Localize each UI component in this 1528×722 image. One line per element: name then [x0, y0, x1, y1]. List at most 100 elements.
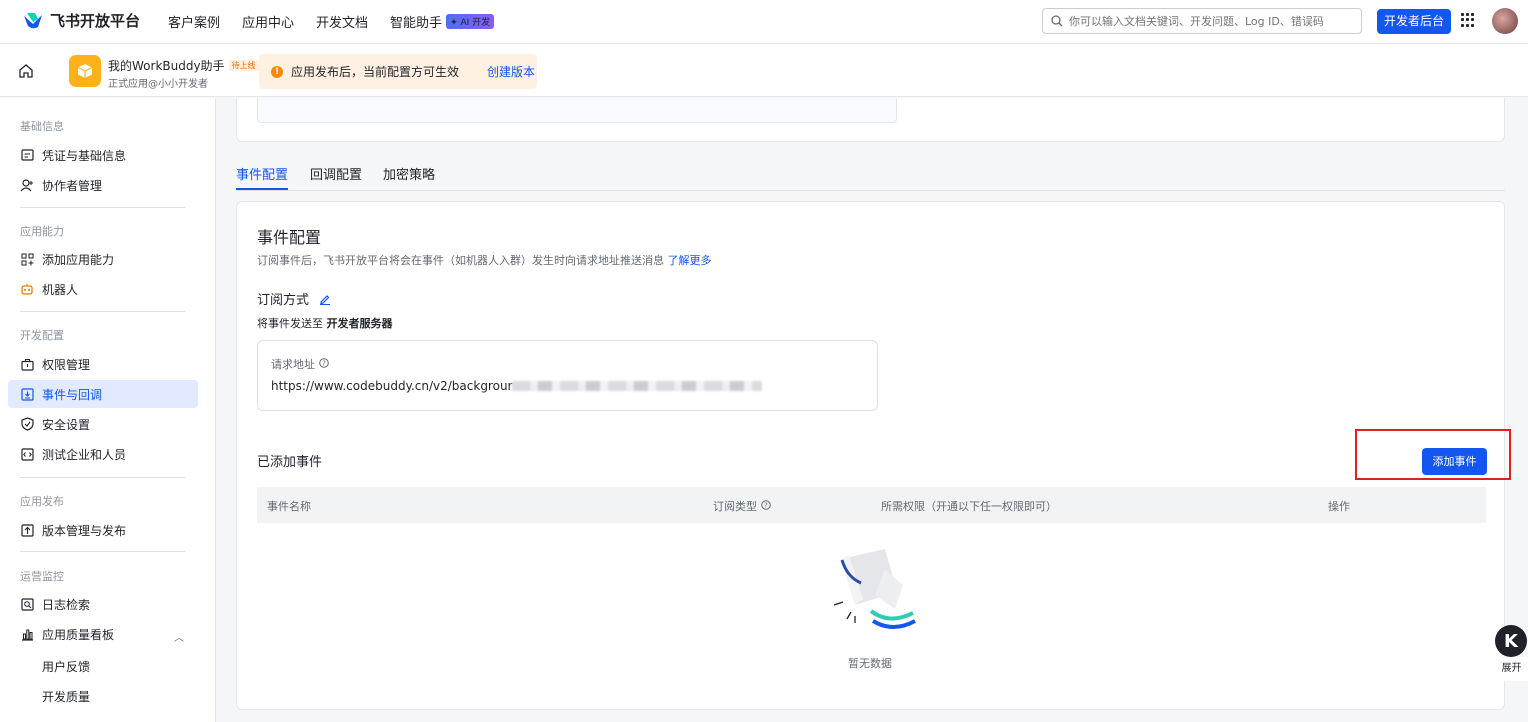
user-avatar[interactable]: [1492, 8, 1518, 34]
sidebar-item-collaborators[interactable]: 协作者管理: [8, 171, 198, 199]
home-icon[interactable]: [18, 63, 34, 79]
sidebar-item-label: 日志检索: [42, 597, 91, 612]
column-actions: 操作: [1328, 500, 1350, 513]
sidebar-divider: [20, 311, 185, 312]
sidebar-item-test-tenants[interactable]: 测试企业和人员: [8, 440, 198, 468]
nav-smart-assistant-label: 智能助手: [390, 16, 443, 31]
status-badge: 待上线: [228, 60, 259, 71]
send-to-target: 开发者服务器: [326, 317, 393, 330]
app-owner: 正式应用@小小开发者: [108, 79, 208, 90]
top-nav: 客户案例 应用中心 开发文档 智能助手 ✦ AI 开发: [168, 12, 495, 31]
sidebar-item-label: 机器人: [42, 282, 79, 297]
search-input[interactable]: [1069, 14, 1349, 28]
expand-label[interactable]: 展开: [1495, 657, 1528, 681]
sidebar: 基础信息 凭证与基础信息 协作者管理 应用能力 添加应用能力 机器人 开发配置 …: [0, 98, 216, 722]
app-name-text: 我的WorkBuddy助手: [108, 59, 225, 73]
added-events-title: 已添加事件: [257, 455, 323, 470]
sidebar-item-label: 协作者管理: [42, 178, 103, 193]
events-table-header: 事件名称 订阅类型 ? 所需权限（开通以下任一权限即可） 操作: [257, 487, 1486, 523]
app-grid-icon[interactable]: [1461, 13, 1475, 27]
sidebar-item-label: 添加应用能力: [42, 252, 115, 267]
top-nav-bar: 飞书开放平台 客户案例 应用中心 开发文档 智能助手✦ AI 开发 开发者后台: [0, 0, 1528, 44]
info-card-partial: [236, 98, 1505, 142]
sidebar-divider: [20, 207, 185, 208]
brand-name: 飞书开放平台: [50, 12, 141, 30]
sidebar-item-quality-board[interactable]: 应用质量看板 ︿: [8, 620, 198, 648]
sidebar-item-permissions[interactable]: 权限管理: [8, 350, 198, 378]
active-tab-indicator: [236, 188, 288, 190]
sidebar-section-basic: 基础信息: [20, 120, 64, 133]
search-box[interactable]: [1042, 8, 1362, 34]
sidebar-item-label: 权限管理: [42, 357, 91, 372]
app-icon: [69, 55, 101, 87]
grid-add-icon: [20, 252, 34, 266]
sidebar-item-credentials[interactable]: 凭证与基础信息: [8, 141, 198, 169]
robot-icon: [20, 282, 34, 296]
send-to-text: 将事件发送至 开发者服务器: [257, 315, 393, 331]
notice-text: 应用发布后，当前配置方可生效: [291, 65, 460, 79]
request-url-label: 请求地址 ?: [271, 356, 329, 372]
sidebar-item-label: 应用质量看板: [42, 627, 115, 642]
app-name[interactable]: 我的WorkBuddy助手 待上线: [108, 57, 259, 74]
nav-smart-assistant[interactable]: 智能助手 ✦ AI 开发: [390, 12, 495, 31]
learn-more-link[interactable]: 了解更多: [668, 254, 712, 267]
sidebar-item-label: 安全设置: [42, 417, 91, 432]
request-url-label-text: 请求地址: [271, 358, 315, 371]
upload-icon: [20, 523, 34, 537]
bar-chart-icon: [20, 627, 34, 641]
sidebar-section-capability: 应用能力: [20, 225, 64, 238]
sidebar-subitem-feedback[interactable]: 用户反馈: [42, 658, 90, 675]
section-description: 订阅事件后，飞书开放平台将会在事件（如机器人入群）发生时向请求地址推送消息 了解…: [257, 252, 712, 268]
sidebar-item-label: 测试企业和人员: [42, 447, 127, 462]
sidebar-item-label: 凭证与基础信息: [42, 148, 127, 163]
create-version-link[interactable]: 创建版本: [487, 63, 535, 80]
search-icon: [1051, 15, 1063, 27]
edit-icon[interactable]: [319, 293, 331, 305]
event-config-card: 事件配置 订阅事件后，飞书开放平台将会在事件（如机器人入群）发生时向请求地址推送…: [236, 201, 1511, 710]
nav-app-center[interactable]: 应用中心: [242, 12, 294, 31]
redacted-text: [512, 381, 763, 391]
sidebar-item-add-capability[interactable]: 添加应用能力: [8, 245, 198, 273]
chevron-up-icon[interactable]: ︿: [174, 629, 184, 644]
info-card-inner: [257, 98, 897, 123]
tab-event-config[interactable]: 事件配置: [236, 164, 288, 183]
sidebar-item-events-callbacks[interactable]: 事件与回调: [8, 380, 198, 408]
event-icon: [20, 387, 34, 401]
help-icon[interactable]: ?: [760, 500, 771, 510]
warning-icon: !: [271, 65, 283, 78]
feishu-logo-icon: [24, 12, 42, 28]
sidebar-item-label: 事件与回调: [42, 387, 103, 402]
column-subscription-type-label: 订阅类型: [713, 500, 757, 513]
section-title: 事件配置: [257, 228, 322, 247]
sidebar-section-monitoring: 运营监控: [20, 570, 64, 583]
request-url-value: https://www.codebuddy.cn/v2/backgrour: [271, 379, 763, 393]
add-event-button[interactable]: 添加事件: [1422, 448, 1487, 475]
sidebar-item-versions[interactable]: 版本管理与发布: [8, 516, 198, 544]
nav-dev-docs[interactable]: 开发文档: [316, 12, 368, 31]
column-subscription-type: 订阅类型 ?: [713, 498, 771, 514]
svg-text:?: ?: [322, 360, 326, 368]
developer-console-button[interactable]: 开发者后台: [1377, 9, 1452, 34]
help-icon[interactable]: ?: [318, 358, 329, 368]
app-header: 我的WorkBuddy助手 待上线 正式应用@小小开发者 ! 应用发布后，当前配置…: [0, 45, 1528, 97]
code-icon: [20, 447, 34, 461]
empty-state-illustration: [833, 549, 916, 629]
subscription-mode-label: 订阅方式: [257, 293, 310, 308]
request-url-text: https://www.codebuddy.cn/v2/backgrour: [271, 379, 513, 393]
floating-widget[interactable]: K 展开: [1495, 625, 1528, 683]
sidebar-item-security[interactable]: 安全设置: [8, 410, 198, 438]
ai-dev-badge: ✦ AI 开发: [446, 14, 495, 29]
brand-logo[interactable]: 飞书开放平台: [22, 10, 140, 31]
svg-text:?: ?: [764, 502, 768, 510]
tab-callback-config[interactable]: 回调配置: [310, 164, 362, 183]
log-search-icon: [20, 597, 34, 611]
k-logo-icon[interactable]: K: [1495, 625, 1527, 657]
sidebar-subitem-dev-quality[interactable]: 开发质量: [42, 688, 90, 705]
sidebar-item-log-search[interactable]: 日志检索: [8, 590, 198, 618]
briefcase-icon: [20, 357, 34, 371]
tab-encryption[interactable]: 加密策略: [383, 164, 435, 183]
sidebar-section-dev-config: 开发配置: [20, 329, 64, 342]
send-to-prefix: 将事件发送至: [257, 317, 323, 330]
nav-customer-cases[interactable]: 客户案例: [168, 12, 220, 31]
sidebar-item-bot[interactable]: 机器人: [8, 275, 198, 303]
